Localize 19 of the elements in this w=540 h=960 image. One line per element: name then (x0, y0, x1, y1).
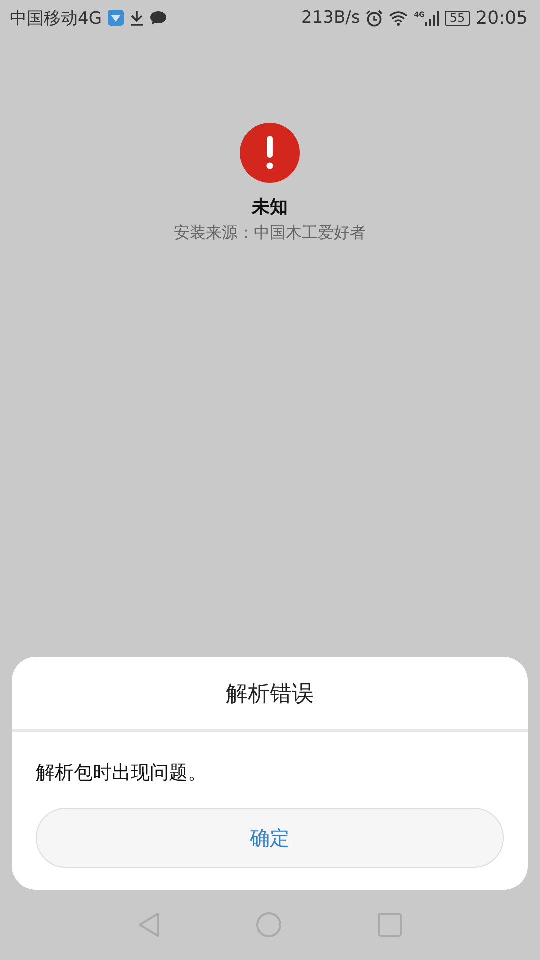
alarm-clock-icon (366, 10, 384, 26)
chat-bubble-icon (150, 10, 167, 26)
back-icon[interactable] (138, 912, 160, 938)
dialog-message: 解析包时出现问题。 (36, 761, 208, 786)
battery-indicator: 55 (444, 10, 470, 26)
dialog-title: 解析错误 (225, 681, 315, 709)
home-icon[interactable] (256, 912, 282, 938)
signal-bars-icon (424, 10, 439, 26)
app-notification-icon (108, 10, 124, 26)
carrier-name: 中国移动4G (10, 8, 102, 30)
network-speed: 213B/s (302, 8, 360, 28)
install-source: 安装来源：中国木工爱好者 (174, 223, 366, 244)
warning-icon (240, 123, 300, 183)
wifi-icon (389, 10, 408, 26)
download-icon (130, 10, 144, 26)
confirm-button[interactable]: 确定 (36, 808, 504, 868)
recents-icon[interactable] (378, 913, 402, 937)
app-name: 未知 (252, 196, 288, 219)
clock-time: 20:05 (476, 8, 528, 28)
